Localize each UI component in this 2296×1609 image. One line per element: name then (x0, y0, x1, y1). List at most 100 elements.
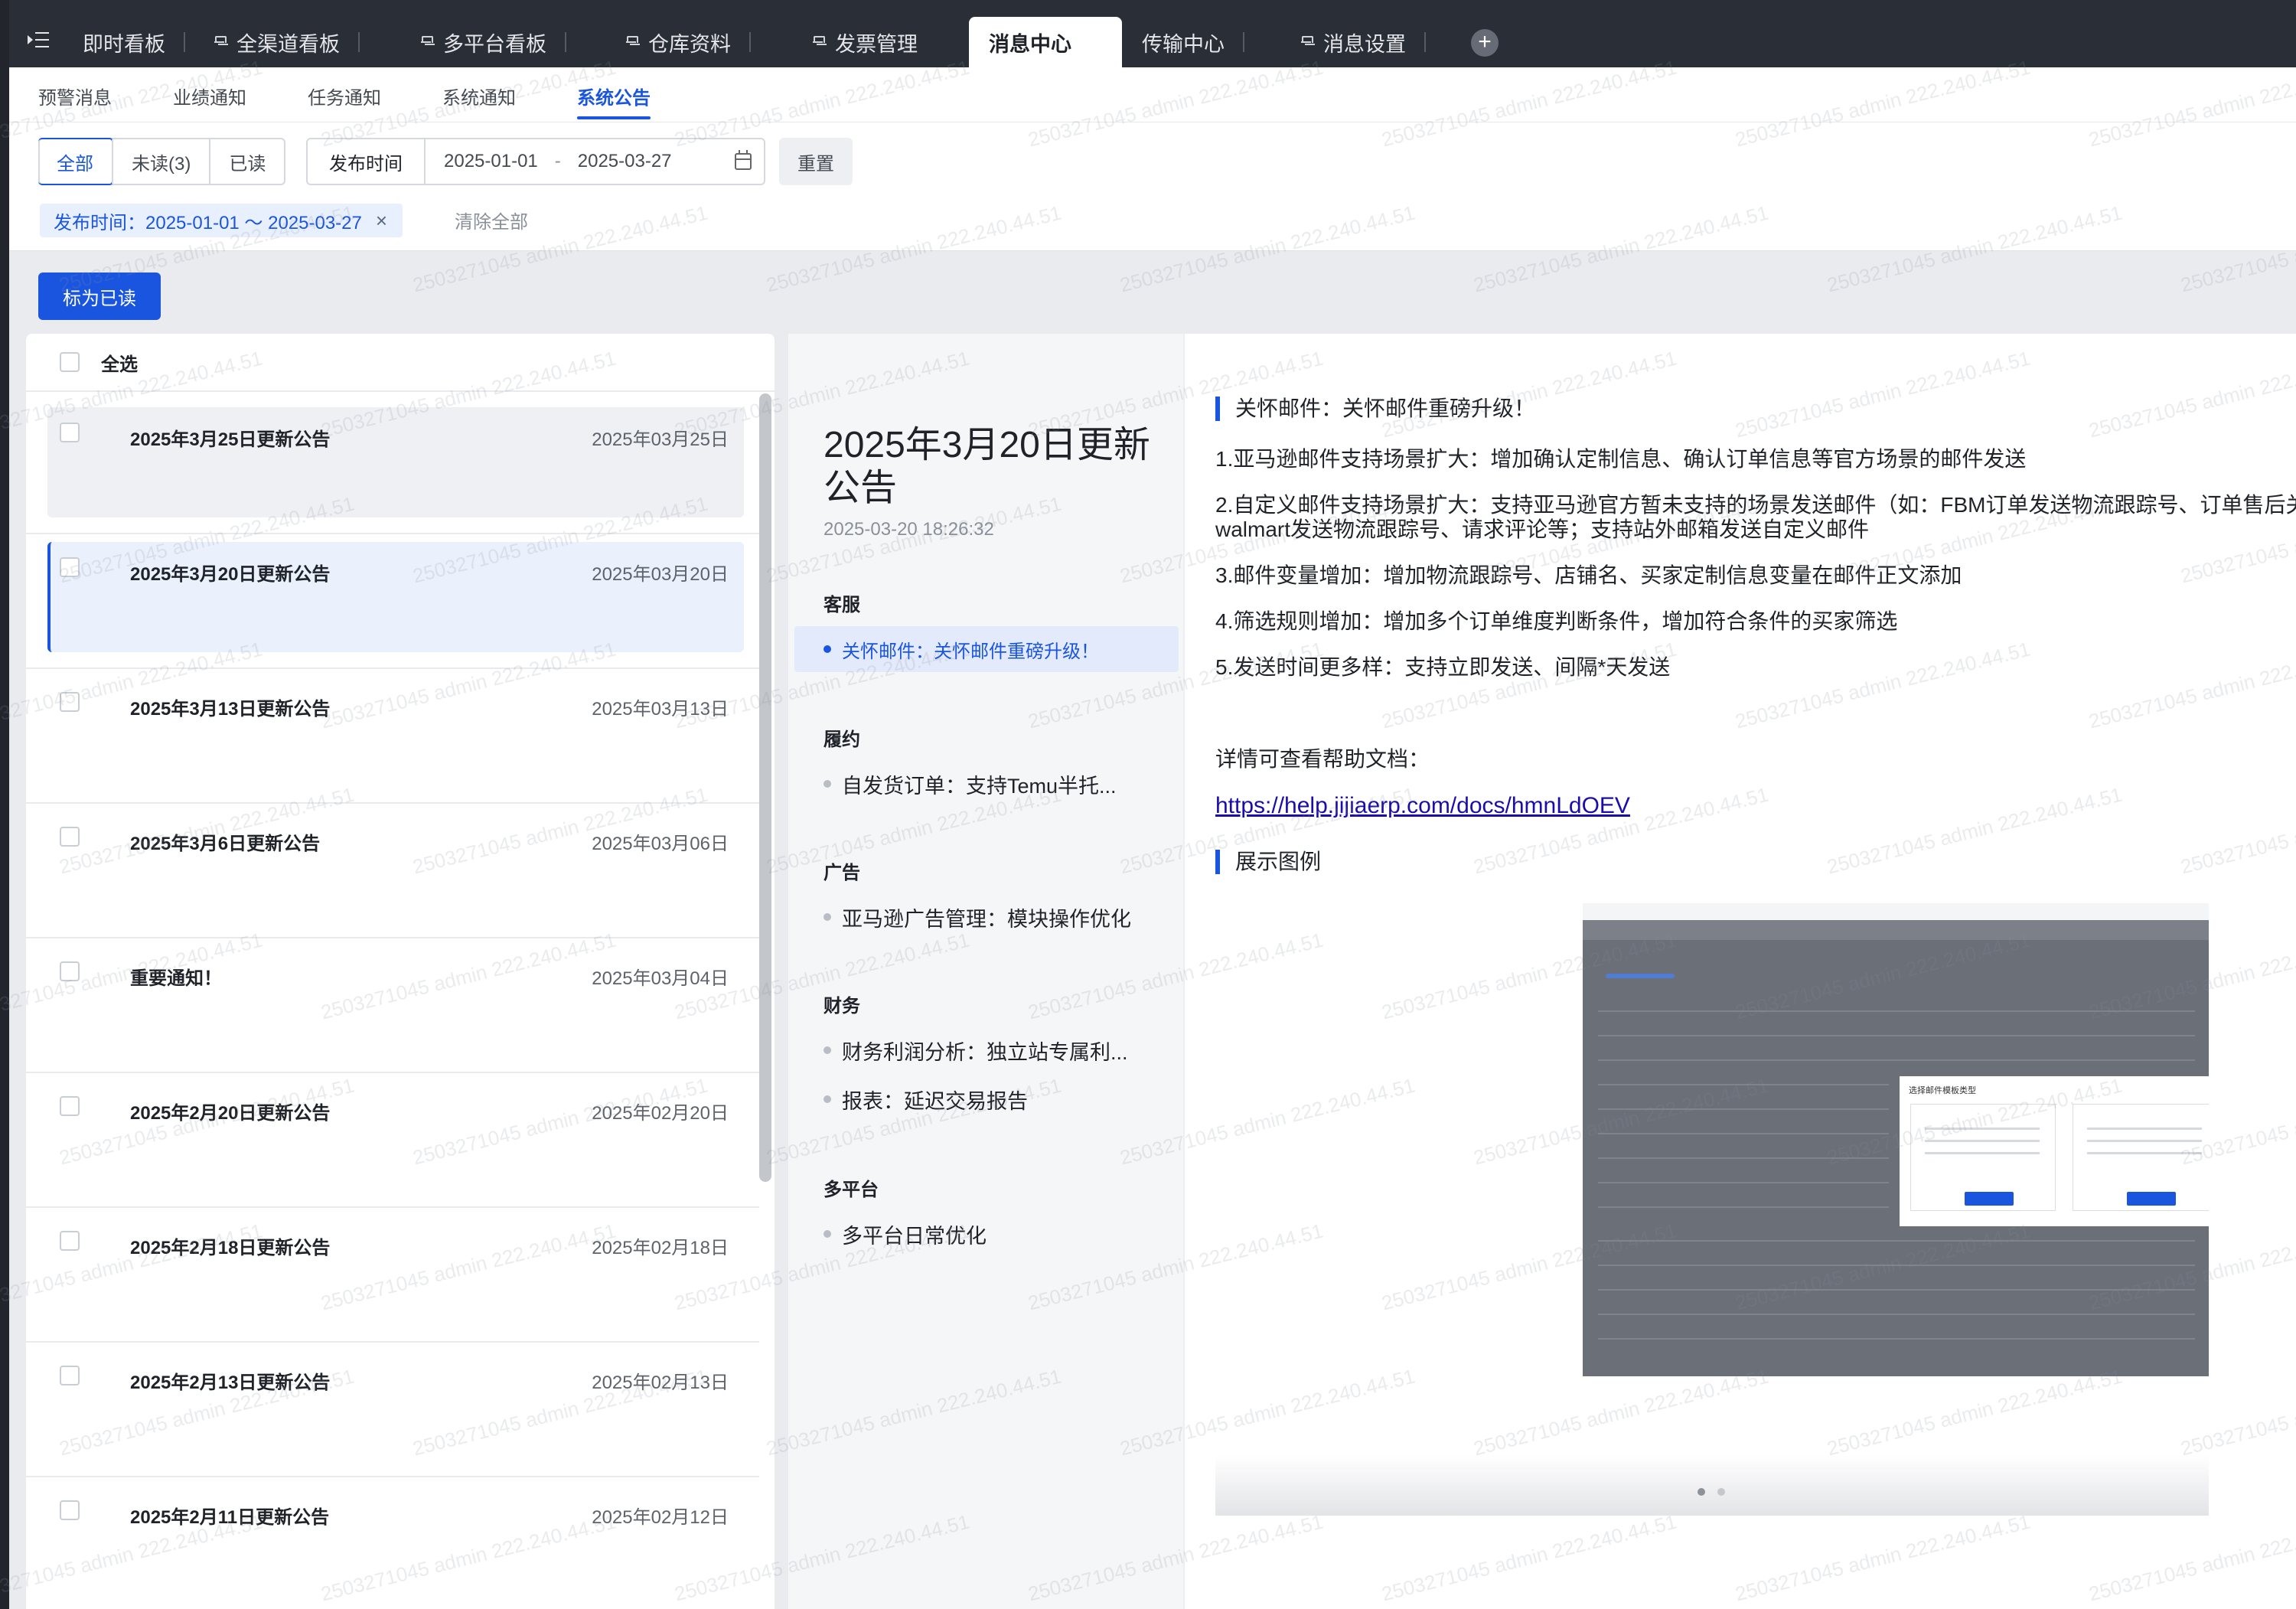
row-checkbox[interactable] (60, 961, 80, 981)
bullet-dot (823, 913, 831, 921)
filter-all[interactable]: 全部 (38, 138, 113, 185)
outline-item-label: 财务利润分析：独立站专属利... (842, 1040, 1128, 1064)
list-header: 全选 (26, 334, 775, 392)
subtab-alerts[interactable]: 预警消息 (38, 83, 112, 109)
screenshot-row (1598, 1035, 2195, 1036)
content-line: 1.亚马逊邮件支持场景扩大：增加确认定制信息、确认订单信息等官方场景的邮件发送 (1215, 447, 2027, 471)
item-title: 2025年2月13日更新公告 (130, 1372, 331, 1393)
outline-item-label: 报表：延迟交易报告 (842, 1089, 1028, 1113)
content-line: walmart发送物流跟踪号、请求评论等；支持站外邮箱发送自定义邮件 (1215, 517, 1870, 541)
outline-item[interactable]: 关怀邮件：关怀邮件重磅升级！ (794, 626, 1179, 672)
filter-read[interactable]: 已读 (209, 139, 284, 184)
tab-label: 多平台看板 (443, 32, 546, 56)
content-line: 4.筛选规则增加：增加多个订单维度判断条件，增加符合条件的买家筛选 (1215, 609, 1898, 633)
carousel-dot[interactable] (1717, 1488, 1725, 1496)
item-title: 2025年2月11日更新公告 (130, 1507, 330, 1528)
outline-category: 客服 (823, 595, 860, 615)
menu-toggle-icon[interactable] (28, 31, 51, 49)
tab-message-settings[interactable]: 消息设置 (1281, 17, 1426, 67)
subtab-system-notices[interactable]: 系统通知 (442, 83, 516, 109)
close-icon[interactable]: × (376, 209, 387, 233)
help-link[interactable]: https://help.jijiaerp.com/docs/hmnLdOEV (1215, 793, 1630, 819)
list-item[interactable]: 2025年3月6日更新公告 2025年03月06日 (26, 804, 759, 938)
section-heading: 关怀邮件：关怀邮件重磅升级！ (1215, 397, 1535, 421)
outline-item[interactable]: 财务利润分析：独立站专属利... (788, 1027, 1177, 1073)
announcement-datetime: 2025-03-20 18:26:32 (823, 519, 994, 540)
item-title: 2025年3月6日更新公告 (130, 834, 321, 854)
row-checkbox[interactable] (60, 1366, 80, 1385)
list-item[interactable]: 2025年2月20日更新公告 2025年02月20日 (26, 1073, 759, 1208)
subtab-performance[interactable]: 业绩通知 (173, 83, 246, 109)
list-scrollbar[interactable] (759, 393, 771, 1182)
screenshot-row (1598, 1059, 2195, 1061)
tab-label: 消息中心 (989, 32, 1071, 56)
announcement-title: 2025年3月20日更新公告 (823, 425, 1150, 508)
tab-warehouse[interactable]: 仓库资料 (606, 17, 751, 67)
row-checkbox[interactable] (60, 557, 80, 577)
row-checkbox[interactable] (60, 827, 80, 847)
subtab-label: 系统公告 (577, 88, 651, 109)
date-end[interactable]: 2025-03-27 (578, 151, 672, 172)
tab-invoice[interactable]: 发票管理 (793, 17, 938, 67)
select-all-label: 全选 (101, 354, 138, 375)
screenshot-row (1598, 1338, 2195, 1340)
select-all-checkbox[interactable] (60, 352, 80, 372)
add-tab-button[interactable]: + (1471, 29, 1499, 57)
list-item[interactable]: 2025年3月13日更新公告 2025年03月13日 (26, 669, 759, 804)
modal-text-line (1925, 1128, 2040, 1130)
screenshot-row (1598, 1206, 1889, 1208)
tab-transfer-center[interactable]: 传输中心 (1122, 17, 1244, 67)
list-item[interactable]: 2025年2月13日更新公告 2025年02月13日 (26, 1343, 759, 1477)
list-rows: 2025年3月25日更新公告 2025年03月25日 2025年3月20日更新公告… (26, 400, 759, 1609)
help-text: 详情可查看帮助文档： (1215, 747, 1430, 771)
screenshot-filter-row (1583, 920, 2209, 940)
screenshot-row (1598, 1265, 2195, 1266)
outline-item[interactable]: 亚马逊广告管理：模块操作优化 (788, 894, 1177, 940)
list-item[interactable]: 重要通知！ 2025年03月04日 (26, 938, 759, 1073)
row-checkbox[interactable] (60, 1096, 80, 1116)
pin-icon (421, 36, 433, 48)
row-checkbox[interactable] (60, 1231, 80, 1251)
tab-message-center[interactable]: 消息中心 (969, 17, 1122, 67)
list-item[interactable]: 2025年3月20日更新公告 2025年03月20日 (26, 534, 759, 669)
tab-separator (565, 32, 566, 52)
date-start[interactable]: 2025-01-01 (444, 151, 538, 172)
item-title: 2025年3月25日更新公告 (130, 429, 331, 450)
list-item[interactable]: 2025年3月25日更新公告 2025年03月25日 (26, 400, 759, 534)
outline-item[interactable]: 报表：延迟交易报告 (788, 1076, 1177, 1122)
mark-read-button[interactable]: 标为已读 (38, 273, 161, 320)
outline-item[interactable]: 多平台日常优化 (788, 1211, 1177, 1257)
date-range-picker[interactable]: 发布时间 2025-01-01 - 2025-03-27 (306, 138, 765, 185)
list-item[interactable]: 2025年2月11日更新公告 2025年02月12日 (26, 1477, 759, 1609)
subtab-announcements[interactable]: 系统公告 (577, 83, 651, 119)
list-item[interactable]: 2025年2月18日更新公告 2025年02月18日 (26, 1208, 759, 1343)
tab-dashboard-instant[interactable]: 即时看板 (63, 17, 185, 67)
tab-dashboard-multiplatform[interactable]: 多平台看板 (401, 17, 566, 67)
tab-separator (749, 32, 751, 52)
read-status-filter: 全部 未读(3) 已读 (38, 138, 286, 185)
outline-item[interactable]: 自发货订单：支持Temu半托... (788, 761, 1177, 807)
reset-button[interactable]: 重置 (779, 138, 853, 185)
carousel-dot-active[interactable] (1698, 1488, 1705, 1496)
screenshot-row (1598, 1314, 2195, 1315)
row-checkbox[interactable] (60, 423, 80, 442)
modal-option-card (1910, 1104, 2056, 1211)
example-screenshot[interactable]: 选择邮件模板类型 (1583, 903, 2209, 1376)
item-date: 2025年03月25日 (592, 429, 729, 450)
screenshot-row (1598, 1157, 1889, 1159)
tab-dashboard-omnichannel[interactable]: 全渠道看板 (194, 17, 360, 67)
screenshot-row (1598, 1084, 1889, 1085)
item-title: 2025年3月20日更新公告 (130, 564, 331, 585)
modal-text-line (2087, 1128, 2202, 1130)
subtab-tasks[interactable]: 任务通知 (308, 83, 381, 109)
content-line: 5.发送时间更多样：支持立即发送、间隔*天发送 (1215, 655, 1671, 679)
row-checkbox[interactable] (60, 692, 80, 712)
announcement-content: 关怀邮件：关怀邮件重磅升级！ 1.亚马逊邮件支持场景扩大：增加确认定制信息、确认… (1185, 334, 2296, 1609)
filter-unread[interactable]: 未读(3) (112, 139, 209, 184)
outline-item-label: 多平台日常优化 (842, 1224, 987, 1248)
content-line: 3.邮件变量增加：增加物流跟踪号、店铺名、买家定制信息变量在邮件正文添加 (1215, 563, 1962, 587)
row-checkbox[interactable] (60, 1500, 80, 1520)
clear-all-link[interactable]: 清除全部 (455, 207, 528, 233)
calendar-icon[interactable] (735, 150, 752, 170)
pin-icon (214, 36, 227, 48)
